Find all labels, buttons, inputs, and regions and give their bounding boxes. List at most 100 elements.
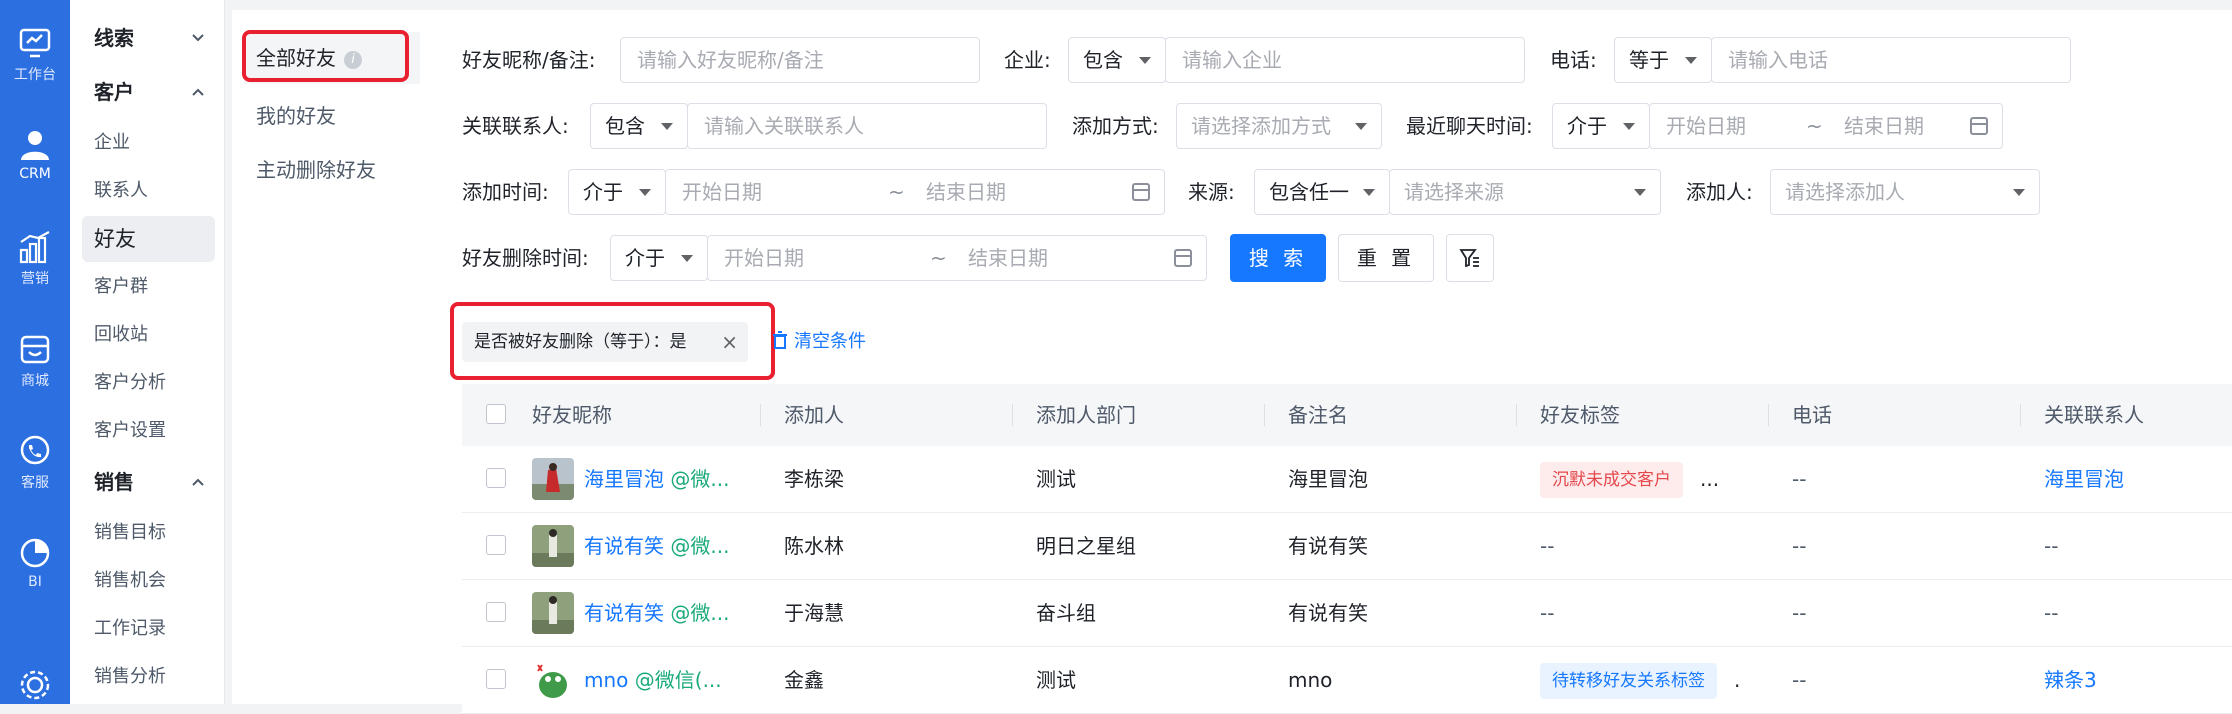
nav-item-customer-analysis[interactable]: 客户分析 [82,360,215,406]
table-header: 好友昵称 添加人 添加人部门 备注名 好友标签 电话 关联联系人 [462,384,2232,446]
company-operator-select[interactable]: 包含 [1068,37,1166,83]
clear-conditions-link[interactable]: 清空条件 [772,322,866,362]
contact-cell: -- [2044,601,2059,625]
column-divider [1516,404,1517,426]
column-header-phone[interactable]: 电话 [1792,384,1832,446]
nav-item-work-records[interactable]: 工作记录 [82,606,215,652]
filter-icon [1459,249,1479,268]
subnav-deleted-friends[interactable]: 主动删除好友 [244,144,420,196]
add-method-select[interactable]: 请选择添加方式 [1176,103,1382,149]
column-header-adder[interactable]: 添加人 [784,384,844,446]
remark-cell: 有说有笑 [1288,601,1368,625]
row-checkbox[interactable] [486,669,506,689]
column-header-adder-dept[interactable]: 添加人部门 [1036,384,1136,446]
nav-item-contacts[interactable]: 联系人 [82,168,215,214]
contact-link[interactable]: 辣条3 [2044,647,2097,713]
table-row[interactable]: 有说有笑 @微... 陈水林 明日之星组 有说有笑 -- -- -- [462,513,2232,580]
phone-chat-icon [20,435,50,465]
nav-item-recycle-bin[interactable]: 回收站 [82,312,215,358]
remark-cell: mno [1288,668,1333,692]
company-input[interactable]: 请输入企业 [1165,37,1525,83]
column-header-remark[interactable]: 备注名 [1288,384,1348,446]
column-divider [1264,404,1265,426]
module-nav: 线索 客户 企业 联系人 好友 客户群 回收站 客户分析 客户设置 销售 销售目… [70,0,225,704]
nav-item-friends[interactable]: 好友 [82,216,215,262]
select-value: 包含 [605,114,645,138]
nav-item-company[interactable]: 企业 [82,120,215,166]
phone-cell: -- [1792,534,1807,558]
subnav-my-friends[interactable]: 我的好友 [244,90,420,142]
adder-select[interactable]: 请选择添加人 [1770,169,2040,215]
dept-cell: 奋斗组 [1036,601,1096,625]
wechat-suffix: @微... [670,467,730,491]
select-value: 包含 [1083,48,1123,72]
monitor-icon [19,28,51,58]
friend-nickname[interactable]: mno @微信(... [584,647,722,713]
advanced-filter-button[interactable] [1446,234,1494,282]
nav-group-sales[interactable]: 销售 [70,462,225,502]
info-icon[interactable]: i [344,50,362,69]
adder-cell: 金鑫 [784,668,824,692]
nav-group-leads[interactable]: 线索 [70,18,225,58]
select-all-checkbox[interactable] [486,404,506,424]
adder-cell: 陈水林 [784,534,844,558]
friend-nickname[interactable]: 有说有笑 @微... [584,580,729,646]
rail-label: 工作台 [14,67,56,83]
caret-down-icon [681,255,693,262]
nav-item-sales-opportunity[interactable]: 销售机会 [82,558,215,604]
column-header-nickname[interactable]: 好友昵称 [532,384,612,446]
add-time-date-range[interactable]: 开始日期 ~ 结束日期 [665,169,1165,215]
table-row[interactable]: 有说有笑 @微... 于海慧 奋斗组 有说有笑 -- -- -- [462,580,2232,647]
rail-item-crm[interactable]: CRM [0,128,70,208]
wechat-suffix: @微信(... [634,668,722,692]
rail-item-service[interactable]: 客服 [0,434,70,514]
tag-more[interactable]: . [1734,647,1740,713]
column-divider [1012,404,1013,426]
select-value: 包含任一 [1269,180,1349,204]
app-root: 工作台 CRM 营销 商城 客服 BI 线索 客户 企业 联系人 好友 客户群 … [0,0,2232,714]
nav-item-customer-groups[interactable]: 客户群 [82,264,215,310]
table-row[interactable]: 海里冒泡 @微... 李栋梁 测试 海里冒泡 沉默未成交客户 ... -- 海里… [462,446,2232,513]
phone-input[interactable]: 请输入电话 [1711,37,2071,83]
close-icon[interactable]: × [721,322,738,362]
filter-label-delete-time: 好友删除时间: [462,246,589,270]
filter-label-adder: 添加人: [1686,180,1753,204]
subnav-all-friends[interactable]: 全部好友 i [244,32,420,84]
nickname-text: mno [584,668,629,692]
range-separator: ~ [888,180,905,204]
source-operator-select[interactable]: 包含任一 [1254,169,1390,215]
nav-item-sales-analysis[interactable]: 销售分析 [82,654,215,700]
nav-item-customer-settings[interactable]: 客户设置 [82,408,215,454]
row-checkbox[interactable] [486,602,506,622]
friend-nickname[interactable]: 海里冒泡 @微... [584,446,729,512]
delete-time-date-range[interactable]: 开始日期 ~ 结束日期 [707,235,1207,281]
nickname-input[interactable]: 请输入好友昵称/备注 [620,37,980,83]
rail-item-marketing[interactable]: 营销 [0,230,70,310]
row-checkbox[interactable] [486,535,506,555]
rail-item-settings[interactable] [0,668,70,704]
reset-button[interactable]: 重 置 [1338,234,1434,282]
friend-nickname[interactable]: 有说有笑 @微... [584,513,729,579]
delete-time-operator-select[interactable]: 介于 [610,235,708,281]
last-chat-operator-select[interactable]: 介于 [1552,103,1650,149]
contact-operator-select[interactable]: 包含 [590,103,688,149]
rail-label: CRM [19,166,51,182]
nav-item-sales-target[interactable]: 销售目标 [82,510,215,556]
last-chat-date-range[interactable]: 开始日期 ~ 结束日期 [1649,103,2003,149]
source-select[interactable]: 请选择来源 [1389,169,1661,215]
search-button[interactable]: 搜 索 [1230,234,1326,282]
phone-cell: -- [1792,467,1807,491]
row-checkbox[interactable] [486,468,506,488]
rail-item-mall[interactable]: 商城 [0,332,70,412]
add-time-operator-select[interactable]: 介于 [568,169,666,215]
trash-icon [773,331,787,349]
phone-operator-select[interactable]: 等于 [1614,37,1712,83]
column-header-tags[interactable]: 好友标签 [1540,384,1620,446]
tag-more[interactable]: ... [1700,446,1719,512]
rail-item-workbench[interactable]: 工作台 [0,26,70,106]
column-header-contact[interactable]: 关联联系人 [2044,384,2144,446]
rail-item-bi[interactable]: BI [0,536,70,616]
nav-group-customers[interactable]: 客户 [70,72,225,112]
contact-link[interactable]: 海里冒泡 [2044,446,2124,512]
contact-input[interactable]: 请输入关联联系人 [687,103,1047,149]
